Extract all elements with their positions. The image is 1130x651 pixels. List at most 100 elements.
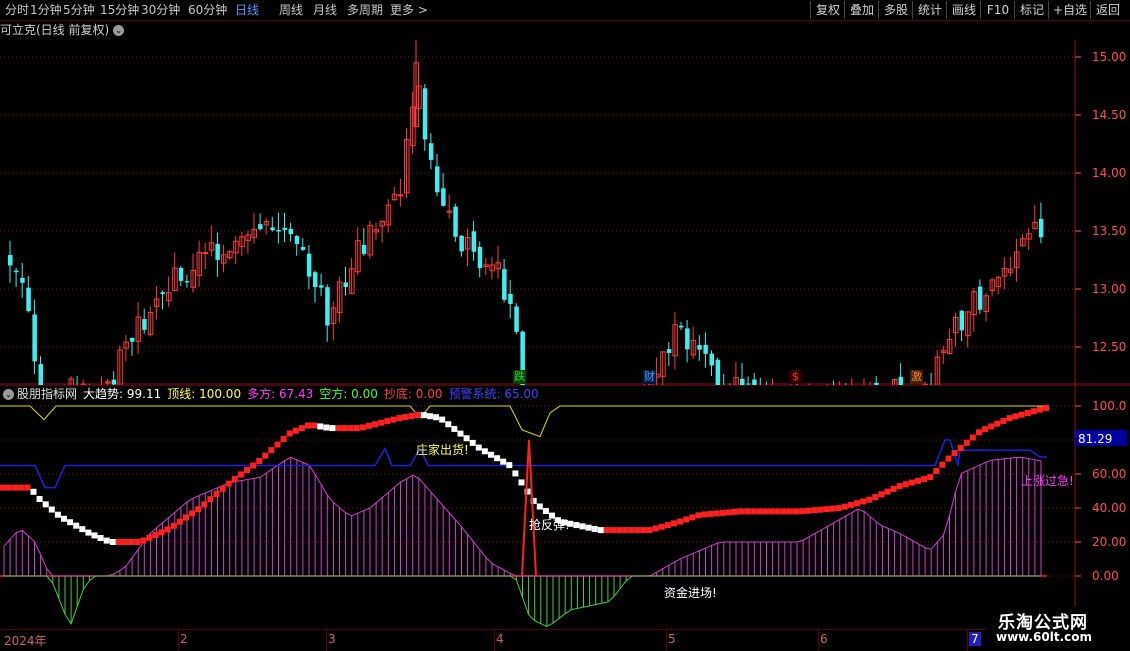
trend-step	[286, 430, 293, 437]
trend-step	[469, 439, 476, 446]
trend-step	[683, 516, 690, 523]
month-separator	[494, 630, 495, 651]
toolbar-button-8[interactable]: 返回	[1090, 1, 1125, 19]
period-tab-8[interactable]: 月线	[313, 1, 337, 19]
toolbar-button-1[interactable]: 叠加	[844, 1, 879, 19]
trend-step	[195, 506, 202, 513]
trend-step	[750, 508, 757, 515]
toolbar-button-0[interactable]: 复权	[810, 1, 845, 19]
period-tab-7[interactable]: 周线	[279, 1, 303, 19]
trend-step	[756, 508, 763, 515]
trend-step	[671, 520, 677, 527]
toolbar-button-7[interactable]: +自选	[1048, 1, 1091, 19]
trend-step	[628, 527, 635, 534]
month-label-2: 4	[496, 632, 504, 646]
event-flag-1[interactable]: 财	[643, 370, 656, 384]
trend-step	[366, 422, 372, 429]
toolbar-button-2[interactable]: 多股	[878, 1, 913, 19]
trend-step	[457, 430, 464, 437]
trend-step	[402, 413, 409, 420]
candle-body	[276, 229, 281, 232]
trend-step	[701, 511, 708, 518]
period-tab-5[interactable]: 60分钟	[188, 1, 227, 19]
indicator-value-4: 抄底: 0.00	[383, 387, 443, 401]
trend-step	[103, 537, 110, 544]
trend-step	[427, 413, 433, 420]
trend-step	[42, 501, 49, 508]
trend-step	[414, 411, 421, 418]
trend-step	[250, 462, 257, 469]
trend-step	[408, 412, 415, 419]
top-line	[0, 405, 1047, 438]
candle-body	[319, 285, 324, 288]
candle-body	[422, 88, 428, 140]
stock-title: 可立克(日线 前复权)	[0, 23, 110, 37]
candle-body	[160, 292, 165, 295]
candle-body	[428, 143, 434, 160]
trend-step	[451, 425, 458, 432]
candle-body	[32, 314, 37, 362]
trend-step	[433, 414, 440, 421]
indicator-menu-icon[interactable]: ⌄	[3, 389, 14, 400]
ind-axis-label: 60.00	[1092, 467, 1126, 481]
trend-step	[183, 514, 189, 521]
trend-step	[91, 532, 98, 539]
trend-step	[201, 501, 208, 508]
event-flag-0[interactable]: 跌	[513, 370, 526, 384]
trend-step	[30, 488, 37, 495]
period-tab-6[interactable]: 日线	[235, 1, 259, 19]
period-tab-2[interactable]: 5分钟	[63, 1, 95, 19]
trend-step	[54, 511, 61, 518]
trend-step	[884, 488, 891, 495]
stock-title-bar: 可立克(日线 前复权) ⌄	[0, 21, 125, 39]
trend-step	[805, 507, 812, 514]
period-tab-0[interactable]: 分时	[5, 1, 29, 19]
trend-step	[280, 436, 287, 443]
period-tab-4[interactable]: 30分钟	[141, 1, 180, 19]
event-flag-2[interactable]: $	[789, 370, 802, 384]
toolbar-button-5[interactable]: F10	[980, 1, 1015, 19]
ind-axis-label: 40.00	[1092, 501, 1126, 515]
candle-body	[8, 255, 13, 266]
indicator-chart[interactable]: 100.080.0060.0040.0020.000.0081.29庄家出货!抢…	[0, 385, 1130, 629]
trend-step	[219, 485, 226, 492]
trend-step	[738, 508, 745, 515]
trend-step	[1006, 415, 1013, 422]
month-label-1: 3	[328, 632, 336, 646]
chevron-down-icon[interactable]: ⌄	[113, 25, 125, 36]
trend-step	[847, 501, 854, 508]
candle-body	[441, 188, 446, 206]
event-flag-3[interactable]: 激	[910, 370, 923, 384]
trend-step	[6, 484, 13, 491]
candle-body	[325, 287, 330, 326]
period-tab-9[interactable]: 多周期	[347, 1, 383, 19]
candle-body	[977, 286, 983, 310]
trend-step	[311, 422, 318, 429]
annotation-capital-inflow: 资金进场!	[664, 585, 717, 600]
toolbar-button-3[interactable]: 统计	[912, 1, 947, 19]
toolbar-button-4[interactable]: 画线	[946, 1, 981, 19]
watermark-url: www.60lt.com	[996, 630, 1093, 644]
trend-step	[902, 481, 909, 488]
candle-body	[343, 282, 348, 288]
trend-step	[481, 448, 488, 455]
trend-step	[67, 519, 74, 526]
price-axis-label: 15.00	[1092, 50, 1126, 64]
trend-step	[707, 510, 714, 517]
trend-step	[73, 522, 80, 529]
indicator-value-5: 预警系统: 65.00	[448, 387, 539, 401]
candle-body	[202, 252, 209, 255]
trend-step	[1018, 411, 1025, 418]
price-chart[interactable]: 15.0014.5014.0013.5013.0012.5012.0011.50…	[0, 40, 1130, 385]
candle-body	[300, 247, 306, 250]
toolbar-button-6[interactable]: 标记	[1014, 1, 1049, 19]
trend-step	[390, 416, 397, 423]
period-tab-1[interactable]: 1分钟	[30, 1, 62, 19]
trend-step	[603, 527, 610, 534]
period-tab-3[interactable]: 15分钟	[100, 1, 139, 19]
trend-step	[1043, 404, 1050, 411]
trend-step	[640, 527, 647, 534]
candle-body	[453, 206, 458, 237]
period-tab-10[interactable]: 更多 >	[390, 1, 428, 19]
trend-step	[109, 539, 116, 545]
